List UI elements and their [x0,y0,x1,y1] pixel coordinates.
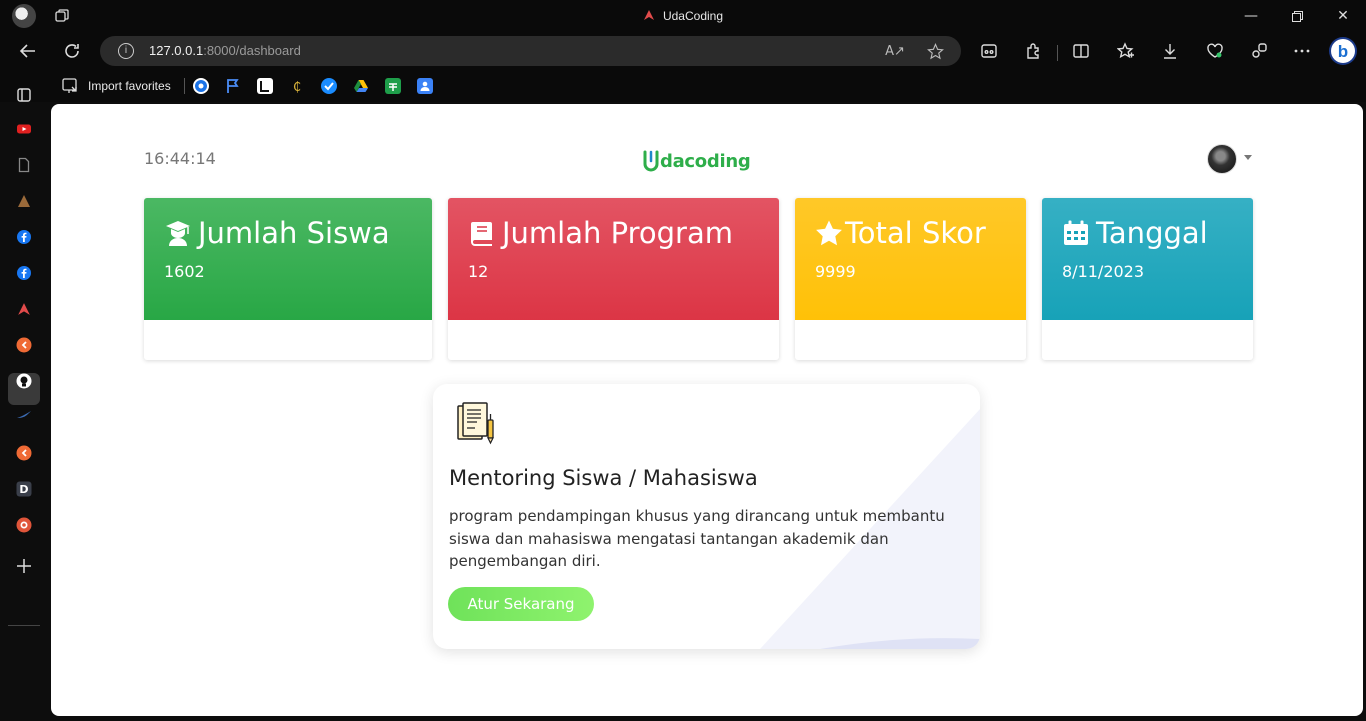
import-icon [62,78,77,93]
facebook-icon[interactable] [14,227,34,247]
games-icon[interactable] [978,40,1000,62]
udacoding-sidebar-icon[interactable] [14,299,34,319]
import-favorites-button[interactable]: Import favorites [62,76,171,96]
stat-title: Total Skor [845,216,986,250]
stat-title: Tanggal [1096,216,1208,250]
stat-value: 12 [468,262,489,281]
stat-card-jumlah-program: Jumlah Program 12 [448,198,779,360]
stat-title: Jumlah Siswa [198,216,390,250]
dashboard-page: 16:44:14 dacoding Jumlah Siswa 1602 Juml… [51,104,1363,716]
svg-text:₵: ₵ [293,80,301,94]
document-pen-icon [457,402,494,445]
refresh-button[interactable] [57,36,87,66]
stat-title: Jumlah Program [502,216,733,250]
user-menu[interactable] [1207,144,1259,176]
card-description: program pendampingan khusus yang diranca… [449,507,945,570]
restore-button[interactable] [1274,0,1320,32]
toolbar-separator [1057,45,1058,61]
google-drive-icon[interactable] [353,78,369,94]
document-icon[interactable] [14,155,34,175]
sidebar-divider [8,625,40,626]
caret-down-icon[interactable] [1244,155,1252,160]
logo-u-icon [643,150,659,172]
card-title: Mentoring Siswa / Mahasiswa [449,466,758,490]
bookmark-flag-icon[interactable] [225,78,241,94]
google-sheets-icon[interactable] [385,78,401,94]
d-app-icon[interactable]: D [14,479,34,499]
atur-sekarang-button[interactable]: Atur Sekarang [448,587,594,621]
udacoding-logo[interactable]: dacoding [642,146,751,176]
bookmark-l-icon[interactable] [257,78,273,94]
browser-sidebar: D [0,80,48,721]
close-window-button[interactable]: ✕ [1320,0,1366,32]
facebook-icon-2[interactable] [14,263,34,283]
favorites-separator [184,78,185,94]
stat-value: 1602 [164,262,205,281]
stat-value: 9999 [815,262,856,281]
url-text[interactable]: 127.0.0.1:8000/dashboard [149,36,301,66]
favorites-bar: Import favorites ₵ [0,70,1366,102]
bookmark-check-icon[interactable] [321,78,337,94]
user-avatar[interactable] [1207,144,1237,174]
navigation-bar: i 127.0.0.1:8000/dashboard A↗ b [0,32,1366,70]
mentoring-card: Mentoring Siswa / Mahasiswa program pend… [433,384,980,649]
stat-value: 8/11/2023 [1062,262,1145,281]
stat-card-header: Total Skor 9999 [795,198,1026,320]
minimize-button[interactable]: — [1228,0,1274,32]
clock: 16:44:14 [144,149,216,168]
favorite-star-icon[interactable] [926,42,944,60]
add-sidebar-app-icon[interactable] [14,556,34,576]
orange-app-icon-2[interactable] [14,443,34,463]
tab-actions-icon[interactable] [14,85,34,105]
svg-text:b: b [1338,42,1348,61]
site-info-icon[interactable]: i [118,43,134,59]
orange-app-icon[interactable] [14,335,34,355]
book-icon [471,222,492,246]
github-icon[interactable] [14,371,34,391]
bookmark-coin-icon[interactable]: ₵ [289,78,305,95]
downloads-icon[interactable] [1159,40,1181,62]
udacoding-favicon-icon [643,10,654,20]
bookmark-c-icon[interactable] [193,78,209,94]
extensions-icon[interactable] [1022,40,1044,62]
contacts-icon[interactable] [417,78,433,94]
stat-card-tanggal: Tanggal 8/11/2023 [1042,198,1253,360]
browser-essentials-icon[interactable] [1204,40,1226,62]
user-graduate-icon [166,221,190,246]
youtube-icon[interactable] [14,119,34,139]
sidebar-app-icon[interactable] [14,191,34,211]
bing-copilot-icon[interactable]: b [1328,36,1358,66]
star-icon [816,220,842,246]
window-title: UdaCoding [0,0,1366,32]
stat-card-header: Jumlah Siswa 1602 [144,198,432,320]
stat-card-header: Tanggal 8/11/2023 [1042,198,1253,320]
address-bar[interactable]: i 127.0.0.1:8000/dashboard A↗ [100,36,961,66]
stat-card-total-skor: Total Skor 9999 [795,198,1026,360]
more-menu-icon[interactable] [1291,40,1313,62]
copilot-tools-icon[interactable] [1248,40,1270,62]
read-aloud-icon[interactable]: A↗ [885,42,905,60]
swift-app-icon[interactable] [14,407,34,427]
favorites-icon[interactable] [1115,40,1137,62]
calendar-icon [1064,220,1088,245]
stat-card-header: Jumlah Program 12 [448,198,779,320]
back-button[interactable] [13,36,43,66]
split-screen-icon[interactable] [1070,40,1092,62]
svg-text:D: D [19,483,28,496]
stat-card-jumlah-siswa: Jumlah Siswa 1602 [144,198,432,360]
browser-title-bar: UdaCoding — ✕ [0,0,1366,32]
record-app-icon[interactable] [14,515,34,535]
